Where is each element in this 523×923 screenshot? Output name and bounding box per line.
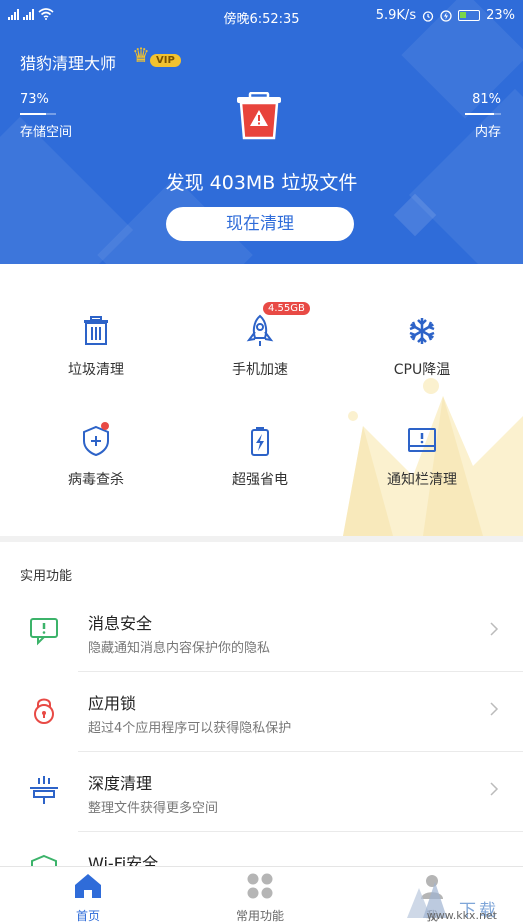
tab-home[interactable]: 首页 — [38, 873, 138, 923]
vip-label: VIP — [150, 54, 181, 67]
status-right: 5.9K/s 23% — [376, 8, 515, 23]
vip-badge[interactable]: ♛ VIP — [130, 44, 186, 72]
boost-size-badge: 4.55GB — [263, 302, 310, 315]
feature-title: 深度清理 — [88, 774, 153, 793]
chevron-right-icon — [490, 782, 499, 796]
memory-percent: 81% — [472, 92, 501, 107]
rocket-icon: 4.55GB — [243, 302, 310, 348]
memory-progress-bar — [465, 113, 501, 115]
tool-label: CPU降温 — [393, 362, 451, 378]
status-bar: 傍晚6:52:35 5.9K/s 23% — [0, 0, 523, 30]
notification-bar-icon — [405, 424, 439, 458]
section-title: 实用功能 — [20, 569, 73, 584]
memory-progress-fill — [465, 113, 495, 115]
memory-stat[interactable]: 81% 内存 — [465, 92, 501, 140]
chevron-right-icon — [490, 622, 499, 636]
feature-title: 应用锁 — [88, 694, 137, 713]
section-divider — [0, 536, 523, 542]
tool-label: 病毒查杀 — [68, 472, 124, 488]
clean-now-button[interactable]: 现在清理 — [166, 207, 354, 241]
tool-cpu-cool[interactable]: CPU降温 — [352, 314, 492, 379]
tool-label: 手机加速 — [232, 362, 288, 378]
feature-subtitle: 超过4个应用程序可以获得隐私保护 — [88, 721, 292, 736]
home-icon — [75, 874, 101, 898]
message-alert-icon — [30, 618, 58, 646]
feature-deep-clean[interactable]: 深度清理 整理文件获得更多空间 — [0, 752, 523, 832]
header-panel: 傍晚6:52:35 5.9K/s 23% 猎豹清理大师 ♛ VIP 73% 存储… — [0, 0, 523, 264]
tool-power-save[interactable]: 超强省电 — [190, 424, 330, 489]
tool-phone-boost[interactable]: 4.55GB 手机加速 — [190, 302, 330, 379]
junk-trash-icon — [237, 92, 281, 140]
app-title: 猎豹清理大师 — [20, 54, 117, 73]
storage-stat[interactable]: 73% 存储空间 — [20, 92, 72, 140]
storage-label: 存储空间 — [20, 125, 73, 140]
tools-grid: 垃圾清理 4.55GB 手机加速 CPU降温 病毒查杀 超强省电 通知栏清理 — [0, 264, 523, 536]
storage-progress-fill — [20, 113, 47, 115]
battery-icon — [458, 10, 481, 21]
snowflake-icon — [405, 314, 439, 348]
junk-found-text: 发现 403MB 垃圾文件 — [165, 172, 358, 194]
crown-icon: ♛ — [132, 43, 150, 67]
shield-plus-icon — [79, 422, 113, 458]
storage-percent: 73% — [20, 92, 49, 107]
tool-virus-scan[interactable]: 病毒查杀 — [26, 422, 166, 489]
apps-grid-icon — [247, 873, 273, 899]
tool-label: 通知栏清理 — [387, 472, 457, 488]
deep-clean-icon — [30, 776, 58, 804]
storage-progress-bar — [20, 113, 56, 115]
feature-message-security[interactable]: 消息安全 隐藏通知消息内容保护你的隐私 — [0, 592, 523, 672]
feature-subtitle: 隐藏通知消息内容保护你的隐私 — [88, 641, 271, 656]
tab-label: 首页 — [75, 909, 100, 923]
battery-charge-icon — [243, 424, 277, 458]
trash-icon — [79, 314, 113, 348]
feature-title: 消息安全 — [88, 614, 153, 633]
tab-label: 常用功能 — [235, 909, 284, 923]
feature-app-lock[interactable]: 应用锁 超过4个应用程序可以获得隐私保护 — [0, 672, 523, 752]
tool-junk-clean[interactable]: 垃圾清理 — [26, 314, 166, 379]
alert-dot — [101, 422, 109, 430]
charging-icon — [440, 9, 452, 22]
chevron-right-icon — [490, 702, 499, 716]
tab-common-functions[interactable]: 常用功能 — [210, 873, 310, 923]
feature-subtitle: 整理文件获得更多空间 — [88, 801, 219, 816]
network-speed: 5.9K/s — [375, 8, 417, 23]
memory-label: 内存 — [474, 125, 501, 140]
watermark-url: www.kkx.net — [426, 909, 497, 922]
alarm-icon — [422, 10, 434, 22]
tool-notification-clean[interactable]: 通知栏清理 — [352, 424, 492, 489]
lock-icon — [34, 698, 54, 724]
battery-percent: 23% — [486, 8, 515, 23]
tool-label: 超强省电 — [232, 472, 288, 488]
tool-label: 垃圾清理 — [68, 362, 124, 378]
